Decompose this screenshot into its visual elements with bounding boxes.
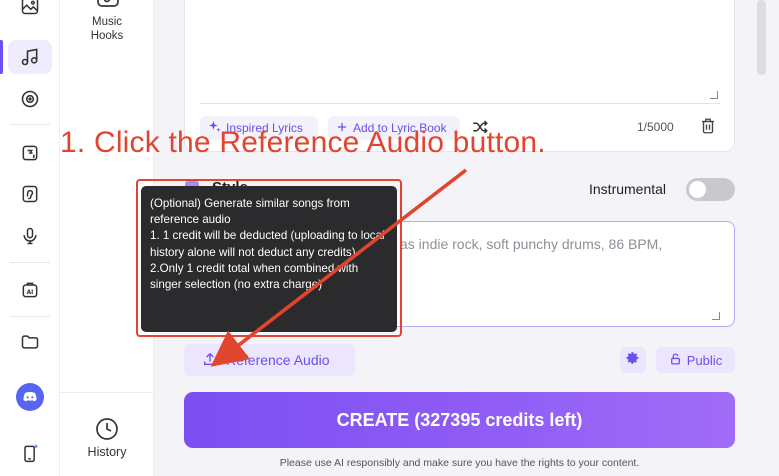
annotation-instruction: 1. Click the Reference Audio button.: [60, 126, 546, 159]
disc-icon[interactable]: [14, 83, 46, 115]
gear-icon: [626, 351, 640, 370]
style-placeholder-text: as indie rock, soft punchy drums, 86 BPM…: [400, 236, 663, 252]
resize-handle[interactable]: [712, 312, 720, 320]
disclaimer-text: Please use AI responsibly and make sure …: [279, 457, 640, 469]
unlock-icon: [669, 352, 682, 369]
music-hooks-icon[interactable]: [96, 0, 120, 15]
ai-tile-icon[interactable]: AI: [14, 274, 46, 306]
reference-audio-button[interactable]: Reference Audio: [184, 344, 355, 376]
svg-text:AI: AI: [27, 290, 34, 296]
rail-divider: [10, 262, 50, 263]
public-label: Public: [686, 352, 723, 368]
music-note-icon[interactable]: [14, 41, 46, 73]
microphone-icon[interactable]: [14, 220, 46, 252]
active-item-indicator: [0, 40, 3, 74]
ear-icon[interactable]: [14, 178, 46, 210]
annotation-highlight-box: [136, 179, 402, 337]
instrumental-label: Instrumental: [589, 181, 667, 197]
phone-sparkle-icon[interactable]: [14, 437, 46, 469]
history-clock-icon[interactable]: [95, 417, 119, 446]
lyrics-textarea[interactable]: [200, 0, 720, 104]
icon-rail: AI: [0, 0, 60, 476]
rail-divider: [10, 124, 50, 125]
settings-button[interactable]: [620, 347, 646, 373]
trash-icon[interactable]: [699, 116, 717, 141]
music-hooks-label[interactable]: Music Hooks: [60, 15, 154, 43]
visibility-public-button[interactable]: Public: [656, 347, 735, 373]
toggle-knob: [689, 181, 706, 198]
character-counter: 1/5000: [637, 120, 674, 134]
resize-handle[interactable]: [710, 91, 718, 99]
page-scrollbar[interactable]: [757, 0, 766, 75]
rail-divider: [10, 316, 50, 317]
discord-icon[interactable]: [14, 381, 46, 413]
reference-audio-label: Reference Audio: [226, 352, 330, 368]
folder-icon[interactable]: [14, 326, 46, 358]
create-button[interactable]: CREATE (327395 credits left): [184, 392, 735, 448]
subnav-divider: [60, 392, 154, 393]
history-label[interactable]: History: [60, 445, 154, 459]
upload-icon: [202, 351, 218, 370]
speech-tile-icon[interactable]: [14, 137, 46, 169]
image-icon[interactable]: [14, 0, 46, 22]
instrumental-toggle[interactable]: [686, 178, 735, 201]
